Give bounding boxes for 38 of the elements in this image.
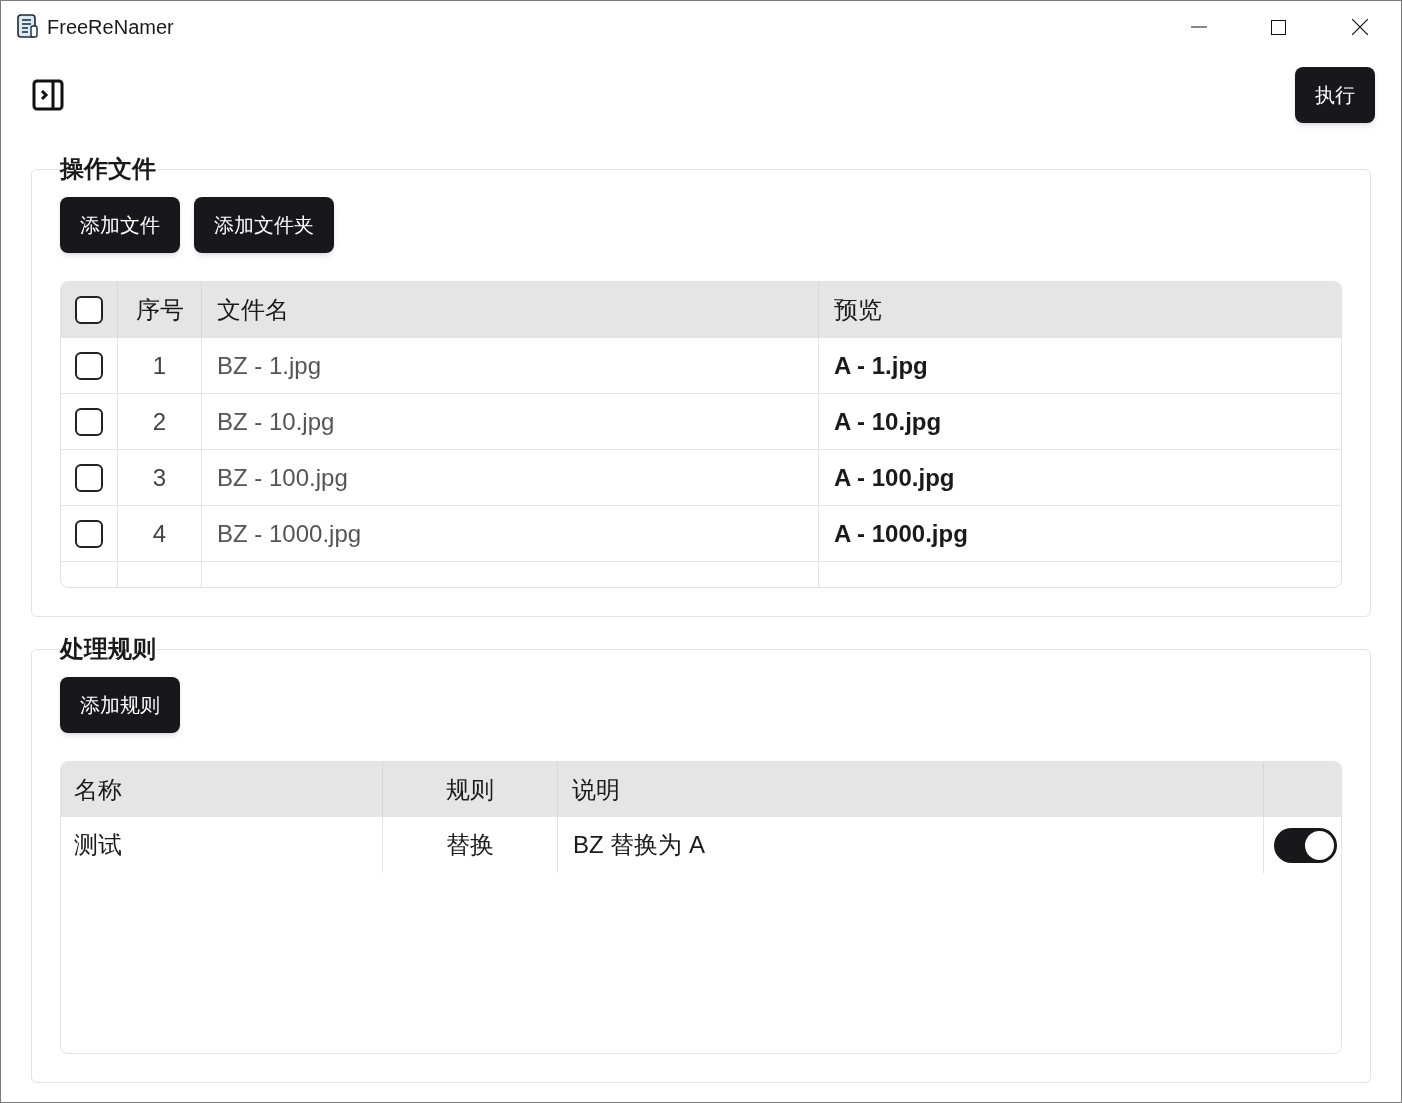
table-cell-text: A - 1.jpg bbox=[834, 350, 928, 381]
column-header: 预览 bbox=[834, 294, 882, 325]
column-header: 序号 bbox=[135, 294, 184, 325]
table-cell-text: BZ - 1.jpg bbox=[217, 350, 322, 381]
section-title: 操作文件 bbox=[60, 157, 156, 181]
table-cell-text: 测试 bbox=[74, 830, 122, 860]
table-cell-text: 替换 bbox=[446, 830, 494, 860]
table-cell-text: A - 10.jpg bbox=[834, 406, 942, 437]
table-cell-text: 1 bbox=[152, 350, 167, 381]
add-button[interactable]: 添加规则 bbox=[60, 677, 180, 733]
table-cell-text: BZ - 100.jpg bbox=[217, 462, 348, 493]
column-header: 说明 bbox=[572, 774, 620, 805]
add-button[interactable]: 添加文件夹 bbox=[194, 197, 334, 253]
maximize-icon[interactable] bbox=[1271, 19, 1286, 35]
column-header: 文件名 bbox=[217, 294, 289, 325]
checkbox[interactable] bbox=[75, 351, 103, 380]
table-cell-text: BZ - 1000.jpg bbox=[217, 518, 362, 549]
checkbox[interactable] bbox=[75, 295, 103, 324]
table-cell-text: A - 1000.jpg bbox=[834, 518, 968, 549]
table-cell-text: 4 bbox=[152, 518, 167, 549]
toggle-switch[interactable] bbox=[1274, 827, 1337, 863]
table-cell-text: 3 bbox=[152, 462, 167, 493]
checkbox[interactable] bbox=[75, 407, 103, 436]
close-icon[interactable] bbox=[1352, 19, 1368, 35]
execute-button[interactable]: 执行 bbox=[1295, 67, 1375, 123]
sidebar-toggle-icon[interactable] bbox=[32, 79, 64, 111]
column-header: 规则 bbox=[446, 774, 494, 805]
add-button[interactable]: 添加文件 bbox=[60, 197, 180, 253]
window-title: FreeReNamer bbox=[47, 15, 174, 40]
table-cell-text: BZ 替换为 A bbox=[573, 830, 705, 860]
column-header: 名称 bbox=[74, 774, 122, 805]
app-icon bbox=[17, 14, 39, 40]
table-cell-text: A - 100.jpg bbox=[834, 462, 955, 493]
table-cell-text: 2 bbox=[152, 406, 167, 437]
checkbox[interactable] bbox=[75, 463, 103, 492]
checkbox[interactable] bbox=[75, 519, 103, 548]
table-cell-text: BZ - 10.jpg bbox=[217, 406, 335, 437]
section-title: 处理规则 bbox=[60, 637, 156, 661]
